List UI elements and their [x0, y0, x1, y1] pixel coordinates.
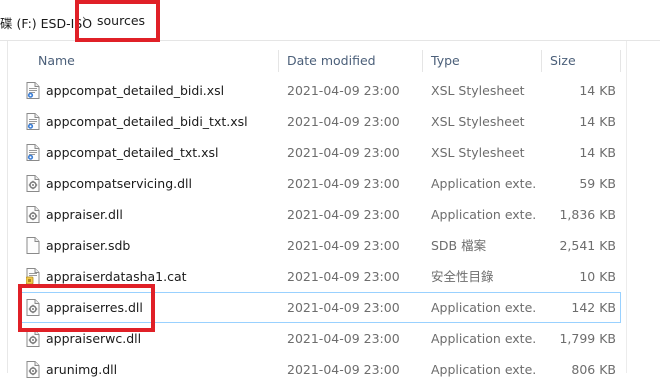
generic-file-icon [26, 237, 40, 254]
file-size: 142 KB [571, 300, 616, 315]
xsl-file-icon [26, 113, 40, 130]
file-size: 14 KB [579, 145, 616, 160]
file-size: 14 KB [579, 114, 616, 129]
file-row[interactable]: appraiser.dll 2021-04-09 23:00 Application… [20, 200, 620, 229]
file-date-modified: 2021-04-09 23:00 [287, 331, 400, 346]
file-date-modified: 2021-04-09 23:00 [287, 300, 400, 315]
file-row[interactable]: appcompat_detailed_bidi.xsl 2021-04-09 23… [20, 76, 620, 105]
column-header-date[interactable]: Date modified [287, 48, 376, 74]
file-size: 59 KB [579, 176, 616, 191]
file-size: 1,836 KB [559, 207, 616, 222]
file-row[interactable]: appcompat_detailed_txt.xsl 2021-04-09 23:… [20, 138, 620, 167]
dll-file-icon [26, 206, 40, 223]
file-name: appraiser.dll [46, 207, 123, 222]
file-type: XSL Stylesheet [431, 83, 525, 98]
file-name: appraiser.sdb [46, 238, 131, 253]
file-date-modified: 2021-04-09 23:00 [287, 207, 400, 222]
column-header-name[interactable]: Name [38, 48, 75, 74]
file-row[interactable]: appraiser.sdb 2021-04-09 23:00 SDB 檔案 2,541… [20, 231, 620, 260]
file-row[interactable]: arunimg.dll 2021-04-09 23:00 Application e… [20, 355, 620, 384]
file-type: XSL Stylesheet [431, 114, 525, 129]
navigation-pane-edge [0, 41, 8, 373]
catalog-file-icon [25, 268, 40, 285]
file-size: 2,541 KB [559, 238, 616, 253]
file-size: 1,799 KB [559, 331, 616, 346]
scrollbar-track[interactable] [626, 41, 627, 373]
column-divider[interactable] [620, 50, 621, 72]
file-size: 14 KB [579, 83, 616, 98]
file-name: appcompat_detailed_bidi_txt.xsl [46, 114, 248, 129]
file-type: Application exte... [431, 207, 537, 222]
file-date-modified: 2021-04-09 23:00 [287, 176, 400, 191]
file-type: Application exte... [431, 331, 537, 346]
file-row[interactable]: appcompatservicing.dll 2021-04-09 23:00 Ap… [20, 169, 620, 198]
file-date-modified: 2021-04-09 23:00 [287, 145, 400, 160]
highlight-box-file [18, 284, 155, 332]
column-divider[interactable] [541, 50, 542, 72]
file-date-modified: 2021-04-09 23:00 [287, 269, 400, 284]
file-type: SDB 檔案 [431, 238, 487, 253]
dll-file-icon [26, 330, 40, 347]
file-type: 安全性目錄 [431, 269, 494, 284]
file-name: appcompat_detailed_bidi.xsl [46, 83, 225, 98]
file-date-modified: 2021-04-09 23:00 [287, 362, 400, 377]
highlight-box-address [75, 0, 160, 42]
file-date-modified: 2021-04-09 23:00 [287, 238, 400, 253]
dll-file-icon [26, 175, 40, 192]
column-divider[interactable] [278, 50, 279, 72]
column-header-type[interactable]: Type [431, 48, 460, 74]
file-date-modified: 2021-04-09 23:00 [287, 83, 400, 98]
column-divider[interactable] [422, 50, 423, 72]
file-type: Application exte... [431, 300, 537, 315]
dll-file-icon [26, 361, 40, 378]
file-size: 10 KB [579, 269, 616, 284]
xsl-file-icon [26, 144, 40, 161]
xsl-file-icon [26, 82, 40, 99]
file-name: arunimg.dll [46, 362, 118, 377]
file-type: Application exte... [431, 362, 537, 377]
file-type: XSL Stylesheet [431, 145, 525, 160]
column-header-size[interactable]: Size [550, 48, 576, 74]
file-name: appcompatservicing.dll [46, 176, 192, 191]
file-size: 806 KB [571, 362, 616, 377]
column-header-row: Name Date modified Type Size [8, 48, 628, 74]
file-row[interactable]: appcompat_detailed_bidi_txt.xsl 2021-04-0… [20, 107, 620, 136]
file-date-modified: 2021-04-09 23:00 [287, 114, 400, 129]
file-name: appcompat_detailed_txt.xsl [46, 145, 219, 160]
file-type: Application exte... [431, 176, 537, 191]
